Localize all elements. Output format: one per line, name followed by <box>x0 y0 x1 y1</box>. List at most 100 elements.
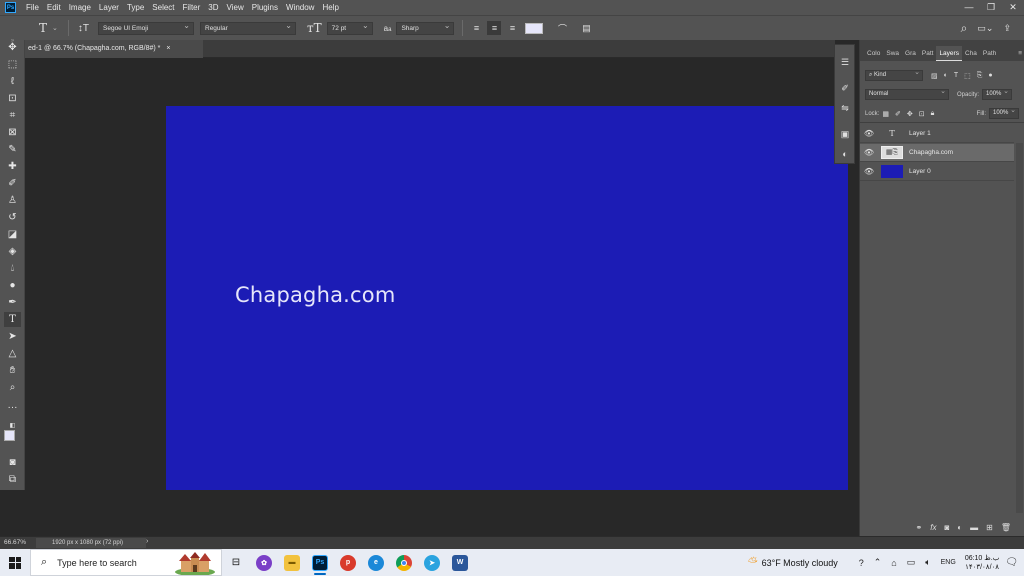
menu-window[interactable]: Window <box>282 0 318 15</box>
link-layers-icon[interactable]: ⚭ <box>916 523 923 532</box>
new-adjustment-icon[interactable]: ◐ <box>957 523 962 532</box>
properties-icon[interactable]: ☰ <box>838 55 852 69</box>
blur-tool-icon[interactable]: 💧︎ <box>4 261 21 276</box>
layer-name[interactable]: Layer 0 <box>909 168 931 175</box>
frame-tool-icon[interactable]: ⊠ <box>4 125 21 140</box>
tab-gradients[interactable]: Gra <box>902 46 919 61</box>
layer-name[interactable]: Layer 1 <box>909 130 931 137</box>
photoshop-logo-icon[interactable]: Ps <box>5 2 16 13</box>
font-style-select[interactable]: Regular <box>200 20 296 35</box>
edge-browser-icon[interactable]: e <box>362 549 390 576</box>
fill-input[interactable]: 100% <box>989 106 1019 119</box>
file-explorer-icon[interactable]: ▬ <box>278 549 306 576</box>
tab-color[interactable]: Colo <box>864 46 883 61</box>
weather-widget[interactable]: ⛅︎ 63°F Mostly cloudy <box>748 555 838 570</box>
opacity-input[interactable]: 100% <box>982 87 1013 100</box>
menu-plugins[interactable]: Plugins <box>248 0 282 15</box>
close-tab-icon[interactable]: × <box>166 45 170 52</box>
photoshop-taskbar-icon[interactable]: Ps <box>306 549 334 576</box>
word-icon[interactable]: W <box>446 549 474 576</box>
text-color-swatch[interactable] <box>525 22 544 34</box>
brush-settings-icon[interactable]: ✐ <box>838 81 852 95</box>
layer-row[interactable]: 👁︎ ▦⎘ Chapagha.com <box>860 144 1014 162</box>
visibility-eye-icon[interactable]: 👁︎ <box>860 167 878 176</box>
menu-select[interactable]: Select <box>148 0 178 15</box>
adjustments-icon[interactable]: ⇋ <box>838 101 852 115</box>
new-group-icon[interactable]: ▬ <box>970 523 978 532</box>
align-left-icon[interactable]: ≡ <box>469 21 483 35</box>
healing-brush-tool-icon[interactable]: ✚ <box>4 159 21 174</box>
toggle-orientation-icon[interactable]: ↕T <box>73 23 94 34</box>
app-icon-red[interactable]: p <box>334 549 362 576</box>
paint-bucket-tool-icon[interactable]: ◈ <box>4 244 21 259</box>
volume-icon[interactable]: 🔈︎ <box>925 557 930 568</box>
hand-tool-icon[interactable]: ✋︎ <box>4 363 21 378</box>
layers-scrollbar[interactable] <box>1016 143 1023 513</box>
filter-pixel-icon[interactable]: ▨ <box>931 72 938 80</box>
zoom-level[interactable]: 66.67% <box>4 539 26 546</box>
type-tool-icon[interactable]: T <box>4 312 21 327</box>
add-mask-icon[interactable]: ◙ <box>944 523 949 532</box>
eraser-tool-icon[interactable]: ◪ <box>4 227 21 242</box>
quick-mask-icon[interactable]: ◙ <box>4 455 21 470</box>
lasso-tool-icon[interactable]: ℓ <box>4 74 21 89</box>
close-window-icon[interactable]: ✕ <box>1002 0 1024 15</box>
antialias-select[interactable]: Sharp <box>396 20 455 35</box>
layer-row[interactable]: 👁︎ T Layer 1 <box>860 125 1014 143</box>
more-tools-icon[interactable]: ··· <box>4 400 21 415</box>
chrome-browser-icon[interactable] <box>390 549 418 576</box>
taskbar-search[interactable]: ⌕ Type here to search <box>30 549 222 576</box>
filter-smart-object-icon[interactable]: ⎘ <box>977 72 983 80</box>
filter-type-icon[interactable]: T <box>954 72 958 79</box>
marquee-tool-icon[interactable]: ⬚ <box>4 57 21 72</box>
brush-tool-icon[interactable]: ✐ <box>4 176 21 191</box>
screen-mode-icon[interactable]: ⧉ <box>4 472 21 487</box>
lock-artboard-icon[interactable]: ⊡ <box>919 110 925 118</box>
layer-effects-icon[interactable]: fx <box>930 523 936 532</box>
document-tab[interactable]: ed-1 @ 66.7% (Chapagha.com, RGB/8#) * × <box>25 40 203 58</box>
delete-layer-icon[interactable]: 🗑︎ <box>1001 523 1011 532</box>
font-family-select[interactable]: Segoe UI Emoji <box>98 20 194 35</box>
menu-view[interactable]: View <box>223 0 248 15</box>
panel-menu-icon[interactable]: ≡ <box>1015 46 1024 61</box>
visibility-eye-icon[interactable]: 👁︎ <box>860 148 878 157</box>
clock[interactable]: 06:10 ب.ظ ۱۴۰۳/۰۸/۰۸ <box>965 554 999 572</box>
crop-tool-icon[interactable]: ⌗ <box>4 108 21 123</box>
lock-all-icon[interactable]: 🔒︎ <box>931 110 935 118</box>
align-center-icon[interactable]: ≡ <box>487 21 502 35</box>
foreground-color-swatch[interactable] <box>4 430 15 441</box>
battery-icon[interactable]: ▭ <box>907 557 916 568</box>
canvas-text-layer[interactable]: Chapagha.com <box>235 283 395 307</box>
document-canvas[interactable]: Chapagha.com <box>166 106 848 490</box>
search-icon[interactable]: ⌕ <box>956 21 973 36</box>
telegram-icon[interactable]: ➤ <box>418 549 446 576</box>
tab-swatches[interactable]: Swa <box>883 46 902 61</box>
preset-chevron-icon[interactable]: ⌄ <box>52 24 58 32</box>
menu-3d[interactable]: 3D <box>204 0 222 15</box>
lock-image-icon[interactable]: ✐ <box>895 110 901 118</box>
filter-toggle-icon[interactable]: ● <box>988 72 992 79</box>
layer-row[interactable]: 👁︎ Layer 0 <box>860 163 1014 181</box>
dodge-tool-icon[interactable]: ● <box>4 278 21 293</box>
clone-stamp-tool-icon[interactable]: ♙ <box>4 193 21 208</box>
pen-tool-icon[interactable]: ✒ <box>4 295 21 310</box>
eyedropper-tool-icon[interactable]: ✎ <box>4 142 21 157</box>
workspace-icon[interactable]: ▭⌄ <box>972 23 998 34</box>
path-selection-tool-icon[interactable]: ➤ <box>4 329 21 344</box>
share-icon[interactable]: ⇪ <box>998 23 1016 34</box>
document-info[interactable]: 1920 px x 1080 px (72 ppi) <box>36 538 146 548</box>
tab-channels[interactable]: Cha <box>962 46 980 61</box>
tab-layers[interactable]: Layers <box>936 46 962 61</box>
type-tool-preset-icon[interactable]: T <box>34 21 52 35</box>
shape-tool-icon[interactable]: △ <box>4 346 21 361</box>
task-view-icon[interactable]: ⊟ <box>222 549 250 576</box>
blend-mode-select[interactable]: Normal <box>865 87 949 100</box>
menu-type[interactable]: Type <box>123 0 148 15</box>
tab-paths[interactable]: Path <box>980 46 999 61</box>
minimize-icon[interactable]: — <box>958 0 980 15</box>
status-menu-icon[interactable]: › <box>146 538 148 545</box>
menu-file[interactable]: File <box>22 0 43 15</box>
move-tool-icon[interactable]: ✥ <box>4 40 21 55</box>
menu-layer[interactable]: Layer <box>95 0 123 15</box>
layer-name[interactable]: Chapagha.com <box>909 149 953 156</box>
